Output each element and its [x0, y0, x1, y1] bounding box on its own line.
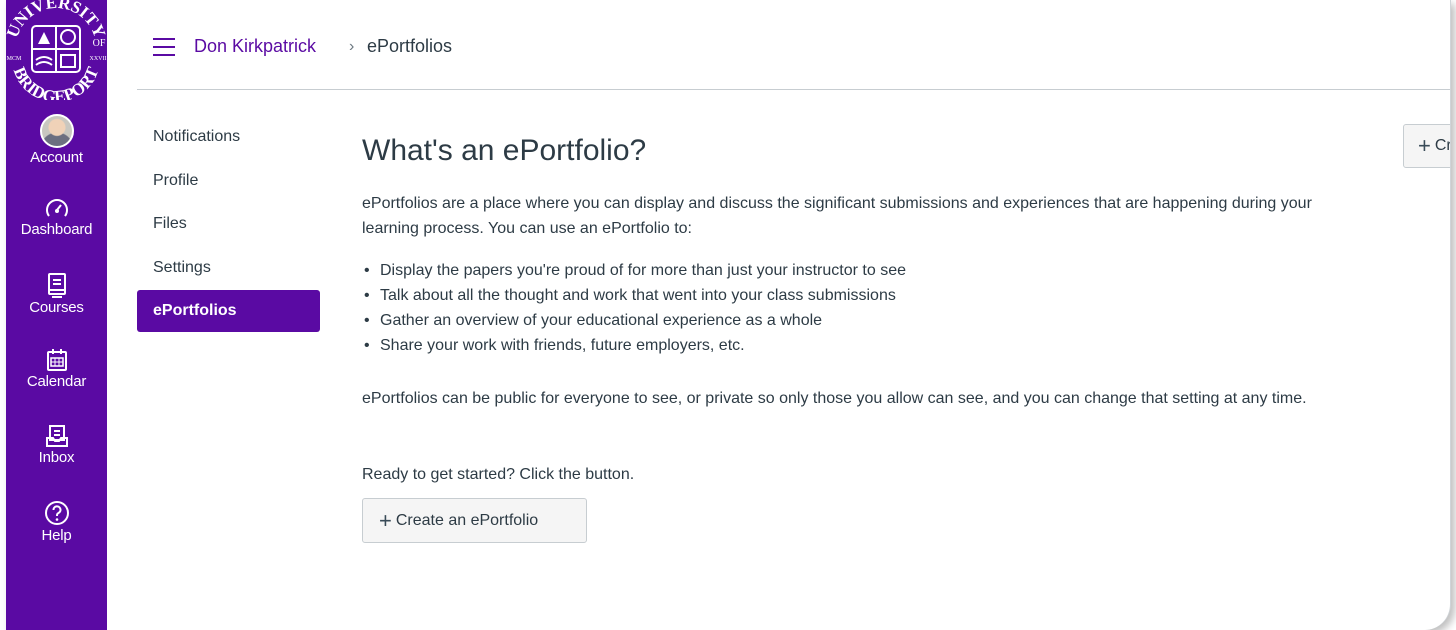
section-item-files[interactable]: Files — [137, 209, 320, 251]
header-divider — [137, 89, 1450, 90]
app-window: UNIVERSITY BRIDGEPORT OF MCM XXVII Accou… — [6, 0, 1451, 630]
section-item-profile[interactable]: Profile — [137, 166, 320, 208]
section-item-settings[interactable]: Settings — [137, 253, 320, 295]
plus-icon: + — [379, 507, 392, 533]
create-eportfolio-header-label: Create an ePortfolio — [1434, 137, 1450, 154]
nav-courses[interactable]: Courses — [6, 272, 107, 316]
inbox-icon — [45, 425, 68, 447]
nav-dashboard[interactable]: Dashboard — [6, 196, 107, 238]
list-item: Talk about all the thought and work that… — [362, 283, 906, 308]
courses-icon — [47, 273, 66, 298]
svg-text:XXVII: XXVII — [90, 56, 107, 62]
list-item: Display the papers you're proud of for m… — [362, 258, 906, 283]
nav-calendar-label: Calendar — [26, 373, 87, 390]
section-item-notifications[interactable]: Notifications — [137, 122, 320, 164]
breadcrumb-user[interactable]: Don Kirkpatrick — [194, 36, 316, 57]
breadcrumb-current: ePortfolios — [367, 36, 453, 56]
list-item: Share your work with friends, future emp… — [362, 333, 906, 358]
hamburger-menu-icon[interactable] — [153, 38, 175, 56]
svg-text:OF: OF — [93, 38, 106, 49]
nav-account[interactable]: Account — [6, 114, 107, 166]
create-eportfolio-label: Create an ePortfolio — [395, 511, 539, 529]
intro-paragraph: ePortfolios are a place where you can di… — [362, 195, 1312, 237]
global-nav: UNIVERSITY BRIDGEPORT OF MCM XXVII Accou… — [6, 0, 109, 630]
nav-help-label: Help — [41, 527, 72, 544]
nav-help[interactable]: Help — [6, 500, 107, 544]
svg-text:MCM: MCM — [7, 56, 22, 62]
create-eportfolio-button[interactable]: + Create an ePortfolio — [362, 498, 587, 543]
nav-courses-label: Courses — [29, 299, 84, 316]
benefits-list: Display the papers you're proud of for m… — [362, 258, 906, 358]
plus-icon: + — [1418, 133, 1431, 158]
ready-text: Ready to get started? Click the button. — [362, 466, 635, 483]
avatar — [39, 114, 74, 148]
nav-dashboard-label: Dashboard — [20, 221, 93, 238]
dashboard-icon — [45, 199, 68, 217]
help-icon — [44, 501, 69, 525]
nav-inbox[interactable]: Inbox — [6, 424, 107, 466]
privacy-paragraph: ePortfolios can be public for everyone t… — [362, 390, 1307, 407]
breadcrumb-separator: › — [349, 38, 355, 55]
create-eportfolio-button-header[interactable]: + Create an ePortfolio — [1403, 124, 1450, 168]
nav-account-label: Account — [30, 149, 83, 166]
section-item-eportfolios[interactable]: ePortfolios — [137, 290, 320, 332]
page-title: What's an ePortfolio? — [362, 134, 647, 167]
nav-calendar[interactable]: Calendar — [6, 348, 107, 390]
university-logo[interactable]: UNIVERSITY BRIDGEPORT OF MCM XXVII — [6, 0, 109, 106]
calendar-icon — [46, 349, 67, 371]
list-item: Gather an overview of your educational e… — [362, 308, 906, 333]
nav-inbox-label: Inbox — [38, 449, 75, 466]
